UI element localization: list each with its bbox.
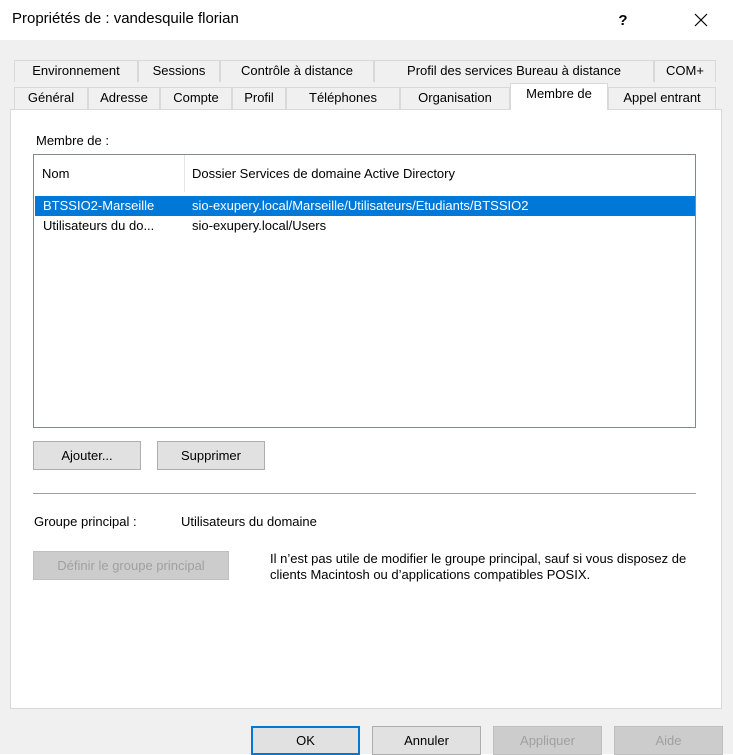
tab-membre-de[interactable]: Membre de [510, 83, 608, 110]
column-header-name[interactable]: Nom [34, 155, 184, 192]
close-icon [694, 13, 708, 27]
remove-button[interactable]: Supprimer [157, 441, 265, 470]
tab-profil-services-bureau[interactable]: Profil des services Bureau à distance [374, 60, 654, 82]
list-item[interactable]: BTSSIO2-Marseille sio-exupery.local/Mars… [35, 196, 695, 216]
help-title-button[interactable]: ? [600, 0, 646, 40]
window-title: Propriétés de : vandesquile florian [12, 10, 239, 27]
column-header-folder[interactable]: Dossier Services de domaine Active Direc… [184, 155, 694, 192]
set-primary-group-button[interactable]: Définir le groupe principal [33, 551, 229, 580]
list-item-folder: sio-exupery.local/Marseille/Utilisateurs… [192, 198, 529, 213]
add-button[interactable]: Ajouter... [33, 441, 141, 470]
primary-group-value: Utilisateurs du domaine [181, 514, 317, 529]
primary-group-label: Groupe principal : [34, 514, 137, 529]
list-item-name: Utilisateurs du do... [43, 218, 155, 233]
tab-controle-a-distance[interactable]: Contrôle à distance [220, 60, 374, 82]
primary-group-info: Il n’est pas utile de modifier le groupe… [270, 551, 687, 582]
list-item-name: BTSSIO2-Marseille [43, 198, 155, 213]
tab-adresse[interactable]: Adresse [88, 87, 160, 109]
title-bar: Propriétés de : vandesquile florian ? [0, 0, 733, 40]
ok-button[interactable]: OK [251, 726, 360, 755]
tab-organisation[interactable]: Organisation [400, 87, 510, 109]
cancel-button[interactable]: Annuler [372, 726, 481, 755]
help-button[interactable]: Aide [614, 726, 723, 755]
apply-button[interactable]: Appliquer [493, 726, 602, 755]
tab-profil[interactable]: Profil [232, 87, 286, 109]
list-item[interactable]: Utilisateurs du do... sio-exupery.local/… [35, 216, 695, 236]
groups-list[interactable]: Nom Dossier Services de domaine Active D… [33, 154, 696, 428]
tab-general[interactable]: Général [14, 87, 88, 109]
tab-com-plus[interactable]: COM+ [654, 60, 716, 82]
tab-sessions[interactable]: Sessions [138, 60, 220, 82]
close-button[interactable] [678, 0, 724, 40]
list-item-folder: sio-exupery.local/Users [192, 218, 327, 233]
tab-environnement[interactable]: Environnement [14, 60, 138, 82]
tab-compte[interactable]: Compte [160, 87, 232, 109]
tab-telephones[interactable]: Téléphones [286, 87, 400, 109]
tab-appel-entrant[interactable]: Appel entrant [608, 87, 716, 109]
divider [33, 493, 696, 494]
member-of-label: Membre de : [36, 133, 109, 148]
